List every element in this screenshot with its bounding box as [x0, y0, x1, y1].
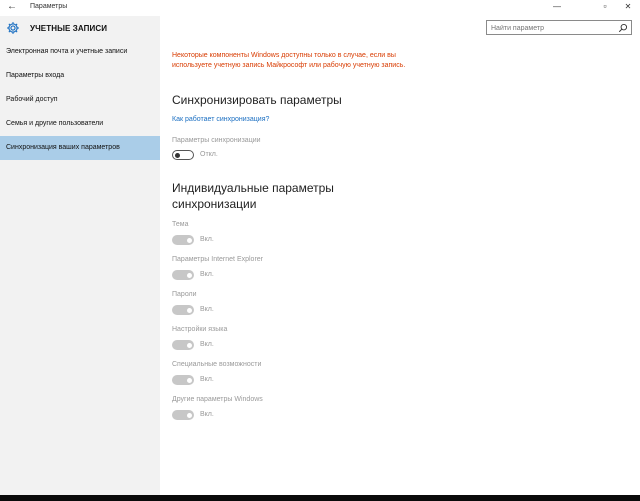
warning-text: Некоторые компоненты Windows доступны то…	[172, 52, 406, 69]
search-input[interactable]	[491, 23, 611, 33]
individual-heading-line1: Индивидуальные параметры	[172, 181, 334, 195]
sidebar-item-work-access[interactable]: Рабочий доступ	[0, 88, 160, 112]
other-windows-state: Вкл.	[200, 411, 214, 418]
back-arrow-icon[interactable]: ←	[7, 1, 17, 12]
sidebar-item-email-accounts[interactable]: Электронная почта и учетные записи	[0, 40, 160, 64]
other-windows-label: Другие параметры Windows	[172, 396, 263, 403]
theme-label: Тема	[172, 221, 189, 228]
ie-settings-toggle[interactable]	[172, 270, 194, 280]
passwords-state: Вкл.	[200, 306, 214, 313]
sync-settings-toggle[interactable]	[172, 150, 194, 160]
language-toggle[interactable]	[172, 340, 194, 350]
sync-settings-label: Параметры синхронизации	[172, 137, 261, 144]
taskbar	[0, 495, 640, 501]
main-content: Некоторые компоненты Windows доступны то…	[160, 16, 640, 495]
theme-toggle[interactable]	[172, 235, 194, 245]
search-icon[interactable]	[618, 23, 628, 33]
theme-state: Вкл.	[200, 236, 214, 243]
window-title: Параметры	[30, 3, 68, 10]
section-title: УЧЕТНЫЕ ЗАПИСИ	[30, 24, 108, 33]
sidebar-header: УЧЕТНЫЕ ЗАПИСИ	[0, 19, 160, 41]
minimize-button[interactable]: —	[550, 2, 564, 11]
language-state: Вкл.	[200, 341, 214, 348]
individual-heading-line2: синхронизации	[172, 197, 257, 211]
passwords-toggle[interactable]	[172, 305, 194, 315]
accessibility-state: Вкл.	[200, 376, 214, 383]
search-box[interactable]	[486, 20, 632, 35]
maximize-button[interactable]: ▫	[598, 1, 612, 11]
title-bar: ← Параметры — ▫ ✕	[0, 0, 640, 16]
sync-settings-state: Откл.	[200, 151, 218, 158]
how-sync-works-link[interactable]: Как работает синхронизация?	[172, 116, 269, 123]
sidebar-item-family[interactable]: Семья и другие пользователи	[0, 112, 160, 136]
close-button[interactable]: ✕	[621, 2, 635, 11]
other-windows-toggle[interactable]	[172, 410, 194, 420]
passwords-label: Пароли	[172, 291, 197, 298]
sidebar-item-sign-in-options[interactable]: Параметры входа	[0, 64, 160, 88]
ie-settings-label: Параметры Internet Explorer	[172, 256, 264, 263]
sync-heading: Синхронизировать параметры	[172, 93, 342, 107]
sidebar-item-sync-settings[interactable]: Синхронизация ваших параметров	[0, 136, 160, 160]
ie-settings-state: Вкл.	[200, 271, 214, 278]
accessibility-label: Специальные возможности	[172, 361, 262, 368]
accessibility-toggle[interactable]	[172, 375, 194, 385]
gear-icon	[7, 22, 19, 34]
sidebar: УЧЕТНЫЕ ЗАПИСИ Электронная почта и учетн…	[0, 16, 160, 495]
language-label: Настройки языка	[172, 326, 228, 333]
